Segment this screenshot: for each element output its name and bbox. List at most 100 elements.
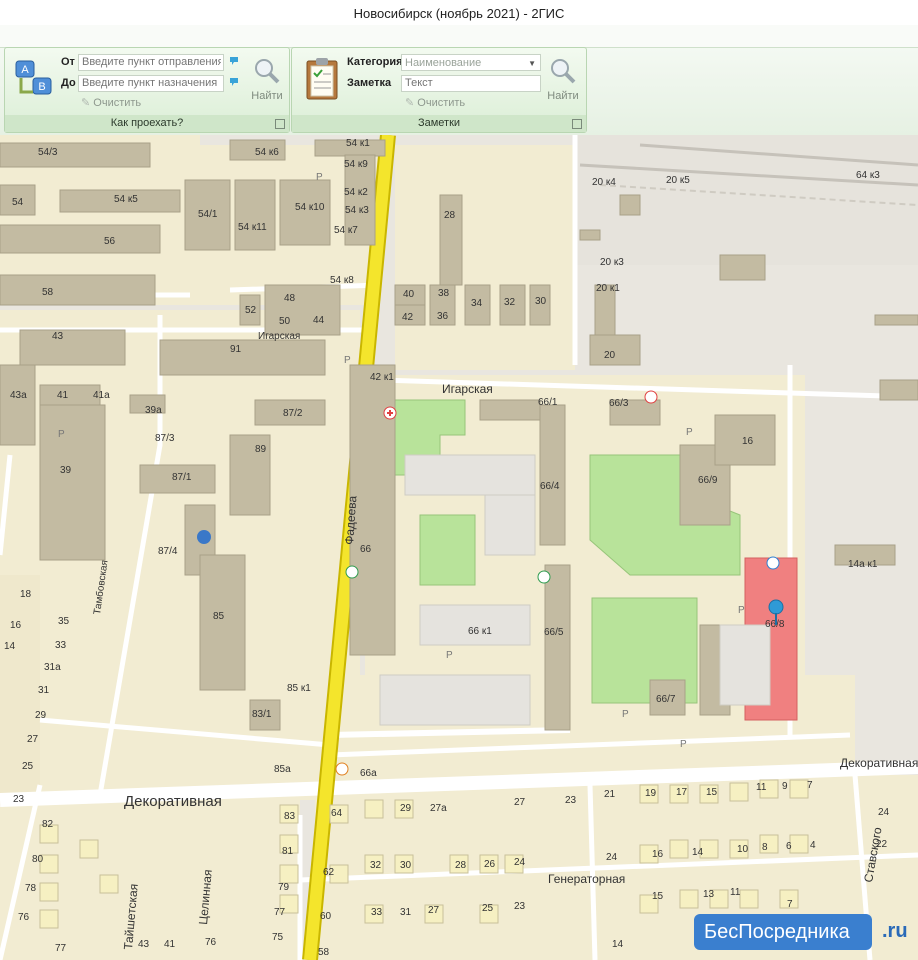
window-title: Новосибирск (ноябрь 2021) - 2ГИС: [0, 0, 918, 25]
notes-dialog-launcher[interactable]: [572, 119, 582, 129]
watermark-text: БесПосредника: [694, 914, 872, 950]
watermark-tld: .ru: [882, 920, 908, 942]
building-label: 54: [12, 197, 24, 208]
building-label: 35: [58, 616, 70, 627]
building-label: 54 к5: [114, 194, 138, 205]
building-label: 50: [279, 316, 291, 327]
building-label: 54 к3: [345, 205, 369, 216]
street-dekorativnaya-1: Декоративная: [124, 793, 222, 810]
building-label: 13: [703, 889, 715, 900]
notes-clear-button[interactable]: ✎ Очистить: [405, 96, 465, 109]
building-label: 66а: [360, 768, 377, 779]
clinic-icon: [644, 390, 658, 404]
ribbon-tabstrip: [0, 25, 918, 48]
building-label: 39: [60, 465, 72, 476]
building-label: 41: [57, 390, 69, 401]
building-label: 17: [676, 787, 688, 798]
from-label: От: [61, 56, 75, 68]
building-label: 14: [692, 847, 704, 858]
note-input[interactable]: [401, 75, 541, 92]
building-label: 89: [255, 444, 267, 455]
map-canvas[interactable]: Фадеева Игарская Игарская Декоративная Д…: [0, 135, 918, 960]
building-label: 20 к1: [596, 283, 620, 294]
magnifier-icon: [255, 59, 280, 84]
building-label: 4: [810, 840, 816, 851]
pharmacy-icon: [766, 556, 780, 570]
building-label: 26: [484, 859, 496, 870]
building-label: 11: [730, 887, 741, 898]
building-label: 41: [164, 939, 176, 950]
building-label: 75: [272, 932, 284, 943]
parking-marker: P: [680, 739, 687, 750]
building-label: 28: [444, 210, 456, 221]
building-label: 66/8: [765, 619, 785, 630]
building-label: 43: [52, 331, 64, 342]
building-label: 54 к2: [344, 187, 368, 198]
building-label: 42: [402, 312, 414, 323]
building-label: 40: [403, 289, 415, 300]
notes-icon[interactable]: [304, 56, 340, 107]
route-find-label: Найти: [251, 90, 283, 102]
building-label: 23: [514, 901, 526, 912]
to-input[interactable]: [78, 75, 224, 92]
building-label: 66/7: [656, 694, 676, 705]
building-label: 16: [742, 436, 754, 447]
from-input[interactable]: [78, 54, 224, 71]
building-label: 77: [55, 943, 67, 954]
building-label: 76: [205, 937, 217, 948]
building-label: 32: [370, 860, 382, 871]
parking-marker: P: [316, 172, 323, 183]
watermark-logo: БесПосредника .ru: [694, 910, 916, 954]
building-label: 10: [737, 844, 749, 855]
building-label: 33: [371, 907, 383, 918]
building-label: 82: [42, 819, 54, 830]
building-label: 66/9: [698, 475, 718, 486]
building-label: 41а: [93, 390, 110, 401]
building-label: 54/1: [198, 209, 218, 220]
building-label: 20 к3: [600, 257, 624, 268]
eraser-icon: ✎: [81, 97, 91, 109]
from-pick-icon[interactable]: [228, 55, 240, 67]
route-icon[interactable]: A B: [13, 58, 55, 105]
building-label: 42 к1: [370, 372, 394, 383]
building-label: 64 к3: [856, 170, 880, 181]
to-label: До: [61, 77, 76, 89]
building-label: 39а: [145, 405, 162, 416]
building-label: 79: [278, 882, 290, 893]
building-label: 27: [428, 905, 440, 916]
route-clear-label: Очистить: [93, 97, 142, 109]
notes-find-label: Найти: [547, 90, 579, 102]
category-label: Категория: [347, 56, 403, 68]
notes-group-footer: Заметки: [292, 115, 586, 132]
building-label: 66/5: [544, 627, 564, 638]
route-find-button[interactable]: Найти: [247, 56, 287, 106]
building-label: 66 к1: [468, 626, 492, 637]
route-clear-button[interactable]: ✎ Очистить: [81, 96, 141, 109]
building-label: 20: [604, 350, 616, 361]
street-dekorativnaya-2: Декоративная: [840, 756, 918, 770]
building-label: 87/3: [155, 433, 175, 444]
map-view[interactable]: Фадеева Игарская Игарская Декоративная Д…: [0, 135, 918, 960]
ribbon: A B От До ✎ Очистить Найти Как проехать?: [0, 25, 918, 135]
notes-find-button[interactable]: Найти: [543, 56, 583, 106]
street-generatornaya: Генераторная: [548, 872, 625, 886]
category-select[interactable]: Наименование ▼: [401, 54, 541, 71]
building-label: 14: [4, 641, 16, 652]
building-label: 60: [320, 911, 332, 922]
building-label: 7: [807, 780, 813, 791]
building-label: 58: [318, 947, 330, 958]
cafe-icon: [335, 762, 349, 776]
building-label: 56: [104, 236, 116, 247]
route-group: A B От До ✎ Очистить Найти Как проехать?: [4, 47, 290, 133]
building-label: 23: [565, 795, 577, 806]
building-label: 85: [213, 611, 225, 622]
route-dialog-launcher[interactable]: [275, 119, 285, 129]
building-label: 29: [400, 803, 412, 814]
building-label: 58: [42, 287, 54, 298]
building-label: 80: [32, 854, 44, 865]
building-label: 76: [18, 912, 30, 923]
parking-marker: P: [738, 605, 745, 616]
building-label: 54 к11: [238, 222, 267, 233]
street-igarskaya-2: Игарская: [442, 382, 493, 396]
to-pick-icon[interactable]: [228, 76, 240, 88]
